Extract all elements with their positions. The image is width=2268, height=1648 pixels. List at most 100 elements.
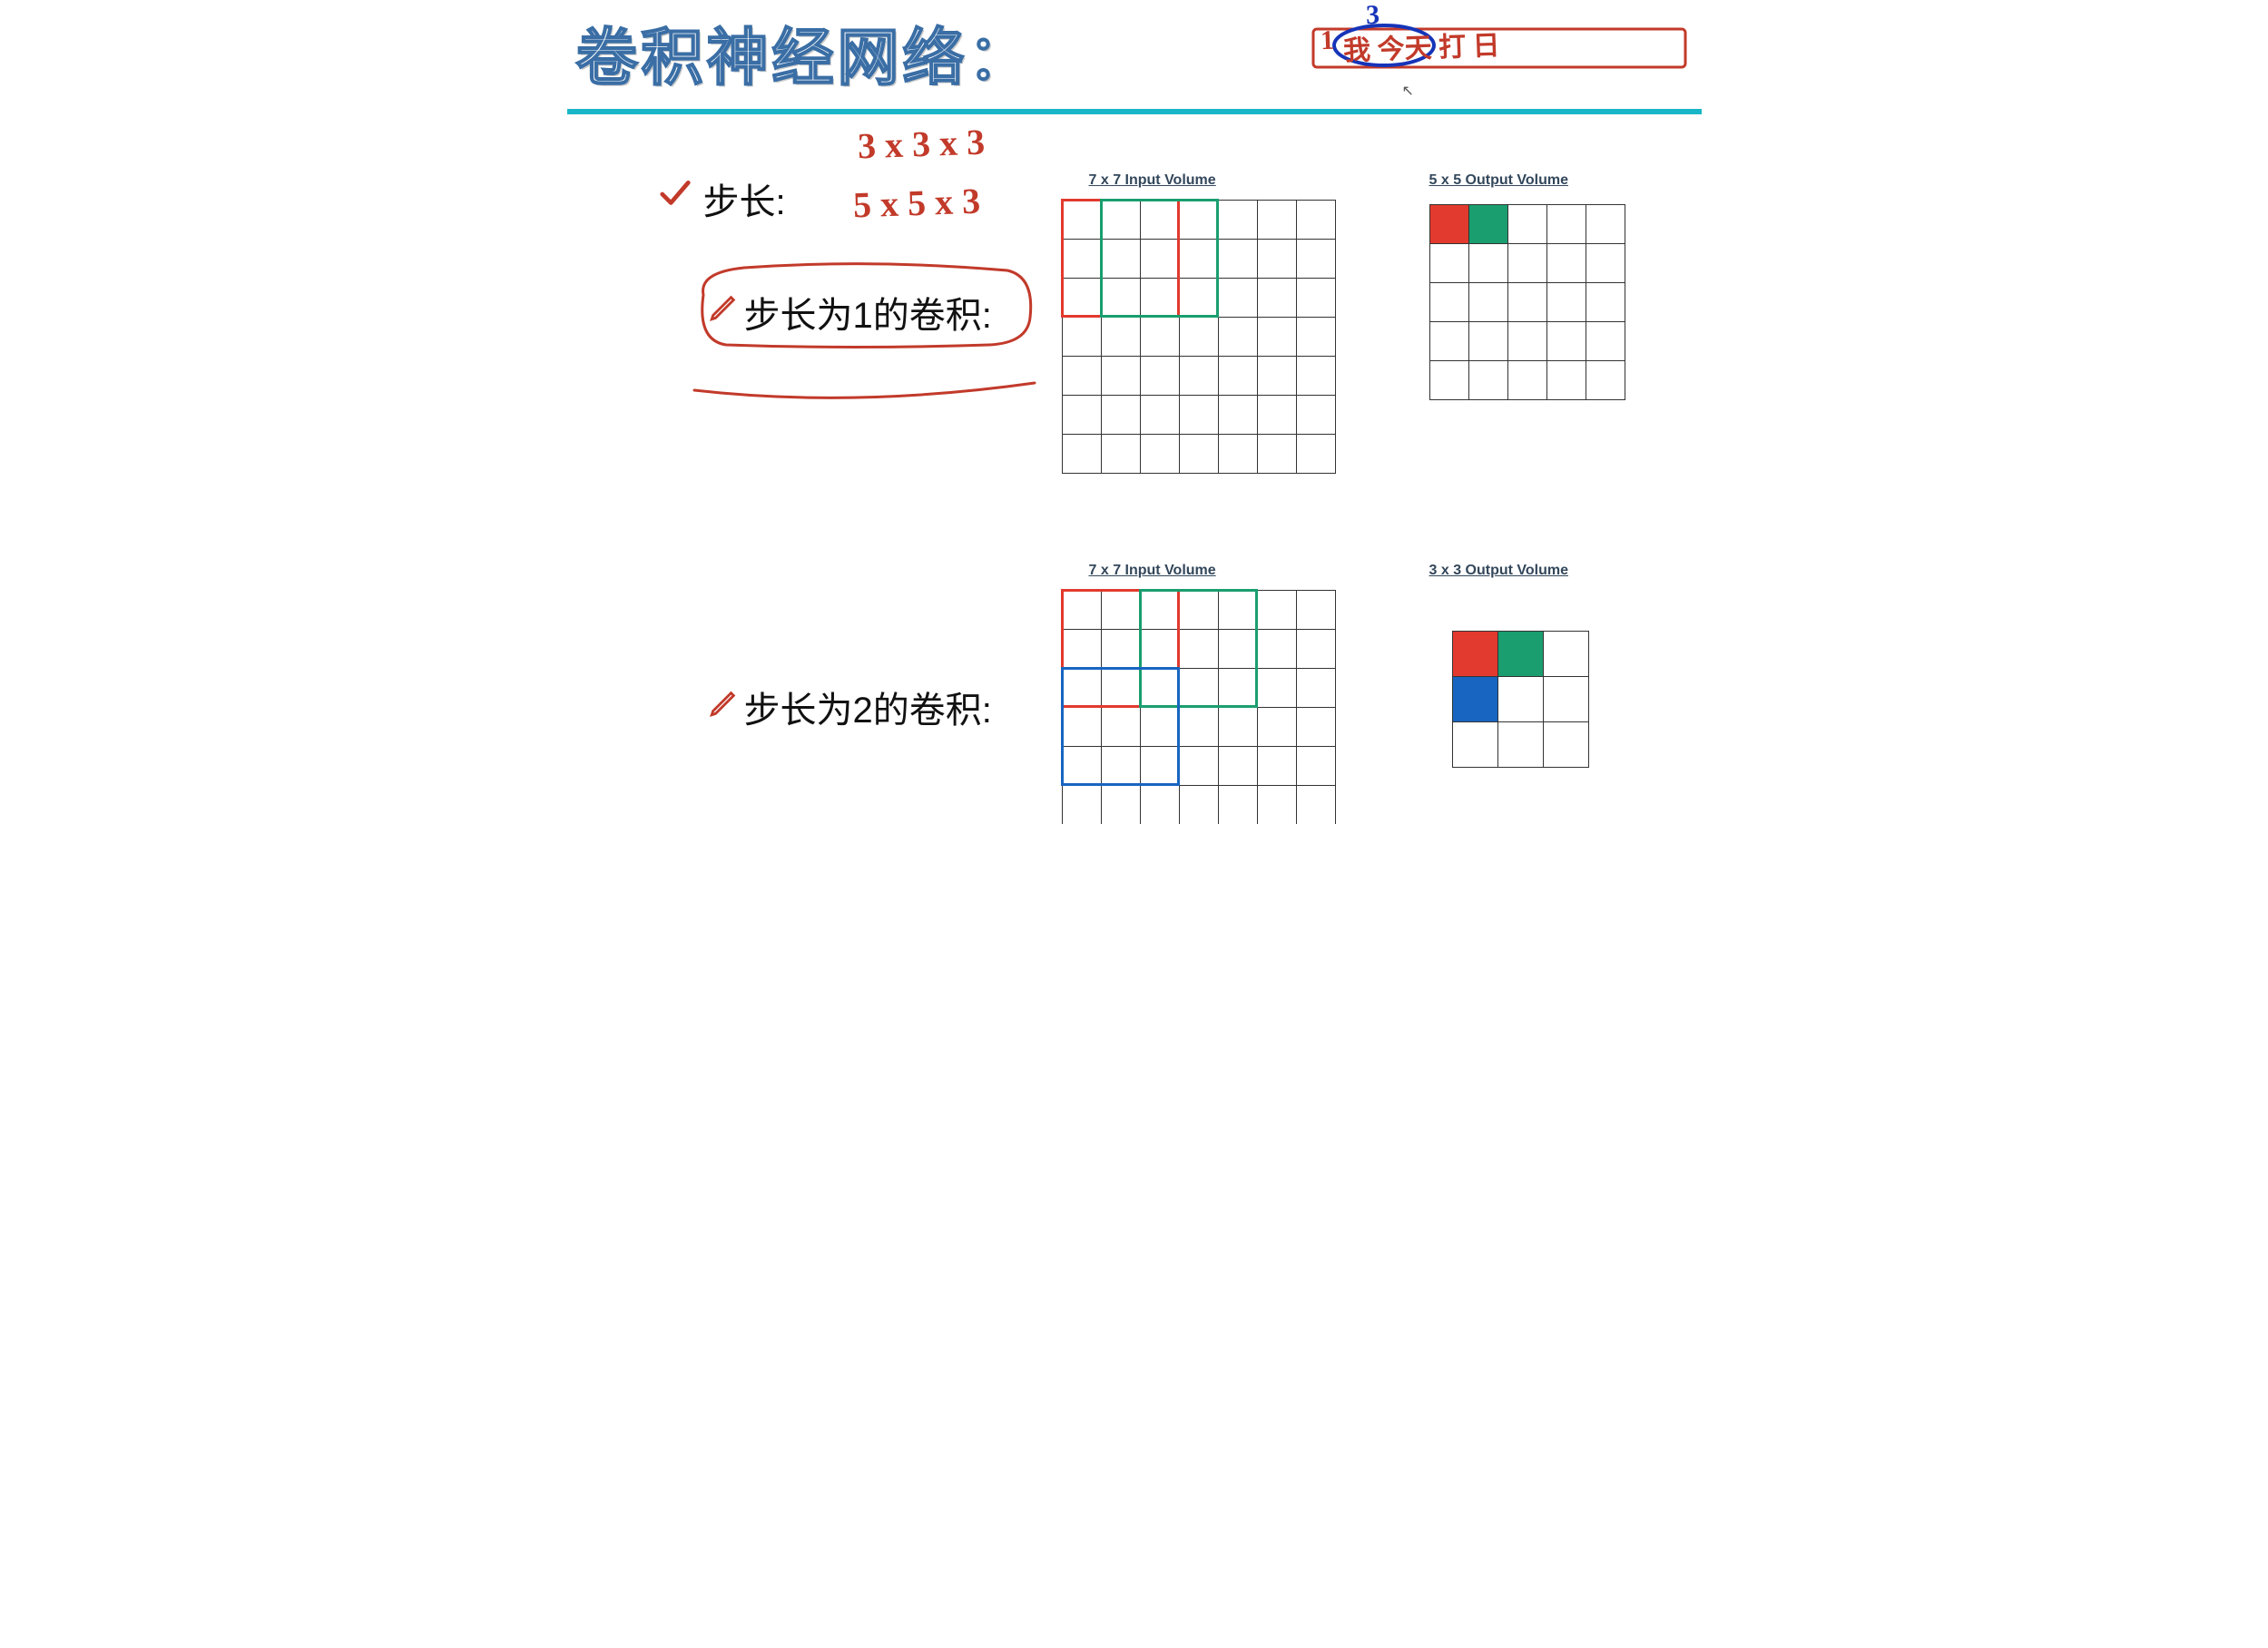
grid-cell bbox=[1546, 321, 1586, 361]
grid-cell bbox=[1179, 356, 1219, 396]
grid-cell bbox=[1257, 707, 1297, 747]
grid-cell bbox=[1062, 317, 1102, 357]
grid-cell bbox=[1218, 746, 1258, 786]
grid-cell bbox=[1062, 785, 1102, 824]
grid-cell bbox=[1507, 243, 1547, 283]
grid-cell bbox=[1257, 668, 1297, 708]
grid-cell bbox=[1218, 356, 1258, 396]
grid-cell bbox=[1257, 395, 1297, 435]
slide: 卷积神经网络： 3 1 我 今天 打 日 ↖ 步长: 3 x 3 x 3 5 x… bbox=[567, 0, 1702, 824]
grid-cell bbox=[1296, 746, 1336, 786]
grid-cell bbox=[1296, 785, 1336, 824]
grid-cell bbox=[1140, 317, 1180, 357]
grid-input-7x7-b bbox=[1062, 590, 1335, 824]
grid-cell bbox=[1468, 243, 1508, 283]
hand-dims1: 3 x 3 x 3 bbox=[857, 121, 986, 168]
grid-cell bbox=[1507, 360, 1547, 400]
grid-cell bbox=[1468, 321, 1508, 361]
grid-cell bbox=[1296, 239, 1336, 279]
page-title: 卷积神经网络： bbox=[576, 7, 1034, 97]
bullet-stride2: 步长为2的卷积: bbox=[744, 681, 992, 733]
grid-cell bbox=[1546, 282, 1586, 322]
grid-cell bbox=[1257, 200, 1297, 240]
filled-cell bbox=[1468, 204, 1508, 244]
cursor-icon: ↖ bbox=[1402, 82, 1414, 100]
grid-cell bbox=[1140, 434, 1180, 474]
grid-cell bbox=[1468, 282, 1508, 322]
grid-cell bbox=[1257, 434, 1297, 474]
grid-cell bbox=[1179, 707, 1219, 747]
grid-cell bbox=[1507, 282, 1547, 322]
grid-cell bbox=[1257, 590, 1297, 630]
grid-cell bbox=[1546, 243, 1586, 283]
grid-cell bbox=[1179, 317, 1219, 357]
filled-cell bbox=[1452, 676, 1498, 722]
grid-cell bbox=[1296, 278, 1336, 318]
kernel-green bbox=[1100, 199, 1219, 318]
label-output3: 3 x 3 Output Volume bbox=[1429, 563, 1569, 579]
grid-cell bbox=[1218, 707, 1258, 747]
filled-cell bbox=[1429, 204, 1469, 244]
hand-topline-prefix: 1 bbox=[1320, 25, 1334, 57]
grid-cell bbox=[1507, 321, 1547, 361]
grid-cell bbox=[1257, 239, 1297, 279]
grid-cell bbox=[1218, 239, 1258, 279]
kernel-blue bbox=[1061, 667, 1180, 786]
grid-cell bbox=[1257, 278, 1297, 318]
grid-cell bbox=[1546, 204, 1586, 244]
grid-cell bbox=[1257, 356, 1297, 396]
grid-cell bbox=[1140, 356, 1180, 396]
grid-cell bbox=[1218, 278, 1258, 318]
grid-output-5x5 bbox=[1429, 204, 1625, 399]
filled-cell bbox=[1452, 631, 1498, 677]
grid-cell bbox=[1543, 721, 1589, 768]
grid-cell bbox=[1062, 356, 1102, 396]
label-output5: 5 x 5 Output Volume bbox=[1429, 172, 1569, 189]
grid-cell bbox=[1179, 434, 1219, 474]
grid-cell bbox=[1179, 746, 1219, 786]
grid-cell bbox=[1543, 631, 1589, 677]
label-input7b: 7 x 7 Input Volume bbox=[1089, 563, 1216, 579]
grid-cell bbox=[1101, 317, 1141, 357]
grid-cell bbox=[1296, 629, 1336, 669]
grid-cell bbox=[1452, 721, 1498, 768]
check-icon bbox=[658, 177, 692, 216]
grid-cell bbox=[1101, 395, 1141, 435]
grid-cell bbox=[1586, 243, 1625, 283]
grid-cell bbox=[1296, 668, 1336, 708]
grid-cell bbox=[1429, 321, 1469, 361]
grid-cell bbox=[1296, 434, 1336, 474]
grid-cell bbox=[1546, 360, 1586, 400]
grid-cell bbox=[1218, 434, 1258, 474]
grid-cell bbox=[1296, 395, 1336, 435]
grid-cell bbox=[1429, 243, 1469, 283]
grid-cell bbox=[1218, 395, 1258, 435]
grid-cell bbox=[1218, 785, 1258, 824]
grid-cell bbox=[1257, 317, 1297, 357]
grid-cell bbox=[1497, 721, 1544, 768]
grid-cell bbox=[1218, 200, 1258, 240]
grid-cell bbox=[1257, 785, 1297, 824]
grid-cell bbox=[1179, 785, 1219, 824]
grid-cell bbox=[1296, 590, 1336, 630]
grid-cell bbox=[1468, 360, 1508, 400]
grid-cell bbox=[1296, 200, 1336, 240]
hand-topline: 我 今天 打 日 bbox=[1342, 23, 1500, 68]
grid-cell bbox=[1543, 676, 1589, 722]
grid-cell bbox=[1140, 395, 1180, 435]
grid-cell bbox=[1586, 204, 1625, 244]
grid-cell bbox=[1586, 282, 1625, 322]
grid-cell bbox=[1179, 395, 1219, 435]
pencil-icon-2 bbox=[708, 688, 739, 723]
title-underline bbox=[567, 109, 1702, 114]
grid-cell bbox=[1101, 434, 1141, 474]
grid-cell bbox=[1296, 707, 1336, 747]
bullet-stride: 步长: bbox=[703, 172, 786, 225]
grid-cell bbox=[1101, 785, 1141, 824]
filled-cell bbox=[1497, 631, 1544, 677]
grid-cell bbox=[1586, 321, 1625, 361]
grid-cell bbox=[1257, 629, 1297, 669]
grid-cell bbox=[1062, 395, 1102, 435]
grid-output-3x3 bbox=[1452, 631, 1588, 767]
grid-cell bbox=[1586, 360, 1625, 400]
